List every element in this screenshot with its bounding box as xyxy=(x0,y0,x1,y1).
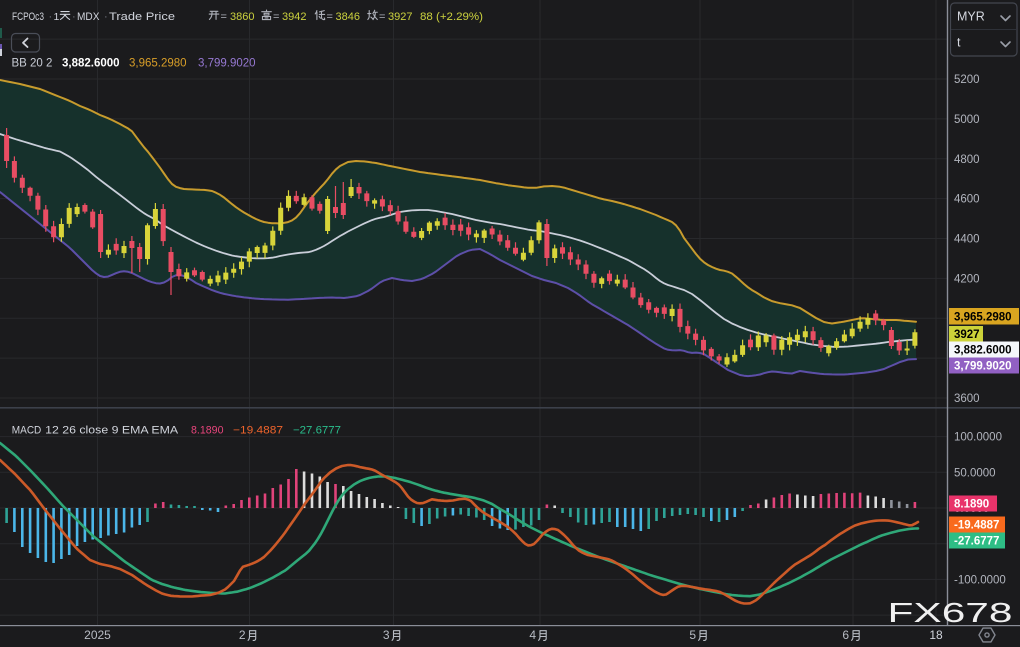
svg-text:-100.0000: -100.0000 xyxy=(954,574,1006,586)
svg-text:3846: 3846 xyxy=(336,11,361,23)
svg-text:3,799.9020: 3,799.9020 xyxy=(954,361,1012,373)
svg-text:Trade Price: Trade Price xyxy=(109,11,175,23)
svg-text:FX678: FX678 xyxy=(888,597,1013,628)
svg-text:=: = xyxy=(221,11,227,23)
svg-text:8.1890: 8.1890 xyxy=(954,499,989,511)
svg-text:t: t xyxy=(957,36,961,50)
svg-text:3,882.6000: 3,882.6000 xyxy=(954,345,1012,357)
svg-text:4400: 4400 xyxy=(954,234,980,246)
svg-text:18: 18 xyxy=(929,628,943,642)
svg-text:3: 3 xyxy=(383,628,390,642)
svg-text:2025: 2025 xyxy=(84,628,111,642)
svg-text:8.1890: 8.1890 xyxy=(191,425,224,437)
svg-text:2: 2 xyxy=(239,628,246,642)
svg-text:·: · xyxy=(104,11,108,23)
svg-text:MYR: MYR xyxy=(957,10,985,24)
svg-text:4600: 4600 xyxy=(954,194,980,206)
svg-text:BB 20 2: BB 20 2 xyxy=(12,58,53,70)
svg-text:-19.4887: -19.4887 xyxy=(954,520,999,532)
svg-text:50.0000: 50.0000 xyxy=(954,467,996,479)
svg-text:88 (+2.29%): 88 (+2.29%) xyxy=(420,11,483,23)
svg-text:4200: 4200 xyxy=(954,273,980,285)
svg-text:=: = xyxy=(327,11,333,23)
svg-text:4: 4 xyxy=(529,628,536,642)
svg-text:5200: 5200 xyxy=(954,74,980,86)
svg-text:3,965.2980: 3,965.2980 xyxy=(954,311,1012,323)
svg-text:MDX: MDX xyxy=(77,11,100,23)
svg-text:3,882.6000: 3,882.6000 xyxy=(62,58,120,70)
svg-text:3942: 3942 xyxy=(282,11,307,23)
svg-text:3927: 3927 xyxy=(954,329,980,341)
svg-text:3,965.2980: 3,965.2980 xyxy=(129,58,187,70)
svg-text:−27.6777: −27.6777 xyxy=(293,425,341,437)
svg-text:3860: 3860 xyxy=(230,11,255,23)
svg-text:·: · xyxy=(49,11,53,23)
svg-text:·: · xyxy=(72,11,76,23)
svg-text:−19.4887: −19.4887 xyxy=(233,425,283,437)
svg-text:4800: 4800 xyxy=(954,154,980,166)
svg-text:FCPOc3: FCPOc3 xyxy=(12,11,44,23)
svg-text:MACD: MACD xyxy=(12,425,42,437)
svg-text:5000: 5000 xyxy=(954,114,980,126)
svg-text:5: 5 xyxy=(689,628,696,642)
svg-text:=: = xyxy=(379,11,385,23)
svg-text:3,799.9020: 3,799.9020 xyxy=(198,58,256,70)
svg-text:6: 6 xyxy=(842,628,849,642)
svg-text:3927: 3927 xyxy=(388,11,413,23)
svg-text:1: 1 xyxy=(54,11,60,23)
svg-text:100.0000: 100.0000 xyxy=(954,432,1002,444)
svg-text:12 26 close 9 EMA EMA: 12 26 close 9 EMA EMA xyxy=(45,425,179,437)
svg-text:-27.6777: -27.6777 xyxy=(954,536,999,548)
svg-text:3600: 3600 xyxy=(954,393,980,405)
svg-text:=: = xyxy=(273,11,279,23)
